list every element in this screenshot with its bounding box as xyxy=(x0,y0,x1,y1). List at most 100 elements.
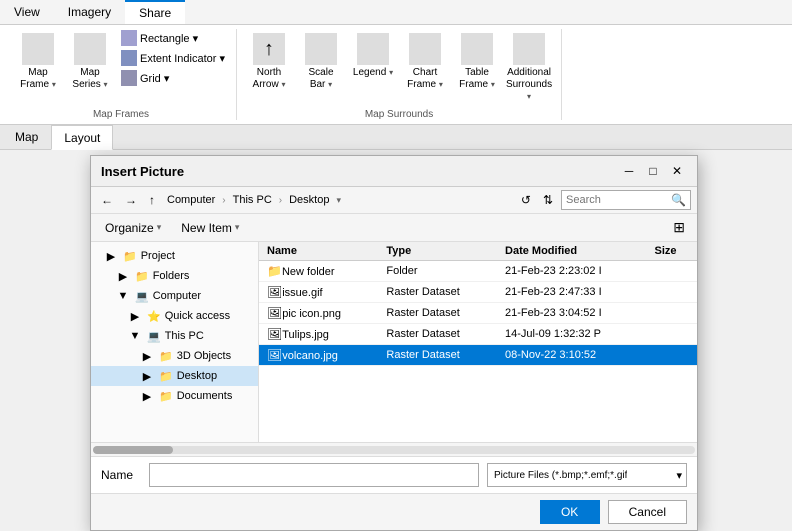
dialog-address-toolbar: ← → ↑ Computer › This PC › Desktop ▾ ↺ ⇅… xyxy=(91,187,697,214)
organize-button[interactable]: Organize ▾ xyxy=(99,219,167,237)
map-series-icon xyxy=(74,33,106,65)
file-type-cell: Raster Dataset xyxy=(378,345,497,366)
scrollbar-area xyxy=(91,442,697,456)
nav-item-3d-objects[interactable]: ▶ 📁 3D Objects xyxy=(91,346,258,366)
computer-expand-icon: ▼ xyxy=(115,288,131,304)
col-type[interactable]: Type xyxy=(378,242,497,261)
tab-map[interactable]: Map xyxy=(2,125,51,149)
dialog-body: ▶ 📁 Project ▶ 📁 Folders ▼ 💻 Computer ▶ ⭐… xyxy=(91,242,697,442)
sort-button[interactable]: ⇅ xyxy=(539,191,557,209)
organize-dropdown-arrow: ▾ xyxy=(157,222,162,233)
tab-layout[interactable]: Layout xyxy=(51,125,113,150)
back-button[interactable]: ← xyxy=(97,191,117,209)
addr-sep-1: › xyxy=(222,195,225,206)
view-toggle-button[interactable]: ⊞ xyxy=(669,217,689,238)
map-frame-button[interactable]: MapFrame ▾ xyxy=(14,29,62,95)
name-input[interactable] xyxy=(149,463,479,487)
search-input[interactable] xyxy=(566,194,671,206)
chart-frame-label: ChartFrame ▾ xyxy=(407,67,443,91)
file-date-cell: 21-Feb-23 2:47:33 I xyxy=(497,282,646,303)
3d-expand-icon: ▶ xyxy=(139,348,155,364)
col-name[interactable]: Name xyxy=(259,242,378,261)
map-series-label: MapSeries ▾ xyxy=(72,67,107,91)
nav-item-documents[interactable]: ▶ 📁 Documents xyxy=(91,386,258,406)
file-name-cell: 🖼Tulips.jpg xyxy=(259,324,378,345)
file-date-cell: 08-Nov-22 3:10:52 xyxy=(497,345,646,366)
filetype-dropdown[interactable]: Picture Files (*.bmp;*.emf;*.gif ▾ xyxy=(487,463,687,487)
tab-share[interactable]: Share xyxy=(125,0,185,24)
scale-bar-button[interactable]: ScaleBar ▾ xyxy=(297,29,345,95)
nav-item-computer[interactable]: ▼ 💻 Computer xyxy=(91,286,258,306)
nav-item-this-pc[interactable]: ▼ 💻 This PC xyxy=(91,326,258,346)
map-frame-icon xyxy=(22,33,54,65)
refresh-button[interactable]: ↺ xyxy=(517,191,535,209)
addr-desktop[interactable]: Desktop xyxy=(285,192,333,208)
col-size[interactable]: Size xyxy=(647,242,698,261)
col-date[interactable]: Date Modified xyxy=(497,242,646,261)
map-series-button[interactable]: MapSeries ▾ xyxy=(66,29,114,95)
tab-imagery[interactable]: Imagery xyxy=(54,0,125,24)
additional-surrounds-button[interactable]: AdditionalSurrounds ▾ xyxy=(505,29,553,107)
table-frame-button[interactable]: TableFrame ▾ xyxy=(453,29,501,95)
ribbon-tabs: View Imagery Share xyxy=(0,0,792,25)
table-row[interactable]: 🖼issue.gif Raster Dataset 21-Feb-23 2:47… xyxy=(259,282,697,303)
desktop-folder-icon: 📁 xyxy=(159,370,173,383)
north-arrow-button[interactable]: ↑ NorthArrow ▾ xyxy=(245,29,293,95)
dialog-titlebar: Insert Picture ─ □ ✕ xyxy=(91,156,697,187)
table-row[interactable]: 🖼volcano.jpg Raster Dataset 08-Nov-22 3:… xyxy=(259,345,697,366)
table-row[interactable]: 🖼Tulips.jpg Raster Dataset 14-Jul-09 1:3… xyxy=(259,324,697,345)
file-icon: 🖼 xyxy=(267,327,282,341)
cancel-button[interactable]: Cancel xyxy=(608,500,687,524)
search-icon: 🔍 xyxy=(671,193,686,207)
nav-item-project[interactable]: ▶ 📁 Project xyxy=(91,246,258,266)
nav-item-desktop[interactable]: ▶ 📁 Desktop xyxy=(91,366,258,386)
scale-bar-icon xyxy=(305,33,337,65)
file-list: Name Type Date Modified Size 📁New folder… xyxy=(259,242,697,442)
ok-button[interactable]: OK xyxy=(540,500,600,524)
file-size-cell xyxy=(647,303,698,324)
file-icon: 🖼 xyxy=(267,285,282,299)
file-size-cell xyxy=(647,345,698,366)
folders-folder-icon: 📁 xyxy=(135,270,149,283)
nav-folders-label: Folders xyxy=(153,270,190,282)
extent-indicator-button[interactable]: Extent Indicator ▾ xyxy=(118,49,228,67)
grid-button[interactable]: Grid ▾ xyxy=(118,69,228,87)
additional-surrounds-icon xyxy=(513,33,545,65)
north-arrow-label: NorthArrow ▾ xyxy=(253,67,286,91)
scale-bar-label: ScaleBar ▾ xyxy=(309,67,334,91)
dialog-minimize-button[interactable]: ─ xyxy=(619,162,639,180)
file-name-cell: 🖼issue.gif xyxy=(259,282,378,303)
file-icon: 📁 xyxy=(267,264,282,278)
nav-item-quick-access[interactable]: ▶ ⭐ Quick access xyxy=(91,306,258,326)
table-row[interactable]: 📁New folder Folder 21-Feb-23 2:23:02 I xyxy=(259,261,697,282)
north-arrow-icon: ↑ xyxy=(253,33,285,65)
organize-label: Organize xyxy=(105,221,154,235)
insert-picture-dialog: Insert Picture ─ □ ✕ ← → ↑ Computer › Th… xyxy=(90,155,698,531)
chart-frame-button[interactable]: ChartFrame ▾ xyxy=(401,29,449,95)
addr-computer[interactable]: Computer xyxy=(163,192,219,208)
table-frame-label: TableFrame ▾ xyxy=(459,67,495,91)
file-table: Name Type Date Modified Size 📁New folder… xyxy=(259,242,697,366)
forward-button[interactable]: → xyxy=(121,191,141,209)
organize-toolbar: Organize ▾ New Item ▾ ⊞ xyxy=(91,214,697,242)
scrollbar-thumb xyxy=(93,446,173,454)
additional-surrounds-label: AdditionalSurrounds ▾ xyxy=(506,67,552,103)
table-row[interactable]: 🖼pic icon.png Raster Dataset 21-Feb-23 3… xyxy=(259,303,697,324)
legend-button[interactable]: Legend ▾ xyxy=(349,29,397,83)
address-bar: Computer › This PC › Desktop ▾ xyxy=(163,192,513,208)
new-item-button[interactable]: New Item ▾ xyxy=(175,219,245,237)
rectangle-button[interactable]: Rectangle ▾ xyxy=(118,29,228,47)
rectangle-icon xyxy=(121,30,137,46)
name-row: Name Picture Files (*.bmp;*.emf;*.gif ▾ xyxy=(91,456,697,493)
address-dropdown-arrow[interactable]: ▾ xyxy=(336,195,341,206)
nav-item-folders[interactable]: ▶ 📁 Folders xyxy=(91,266,258,286)
addr-this-pc[interactable]: This PC xyxy=(229,192,276,208)
new-item-dropdown-arrow: ▾ xyxy=(235,222,240,233)
up-button[interactable]: ↑ xyxy=(145,191,159,209)
nav-documents-label: Documents xyxy=(177,390,233,402)
tab-view[interactable]: View xyxy=(0,0,54,24)
horizontal-scrollbar[interactable] xyxy=(93,446,695,454)
file-date-cell: 14-Jul-09 1:32:32 P xyxy=(497,324,646,345)
dialog-close-button[interactable]: ✕ xyxy=(667,162,687,180)
dialog-maximize-button[interactable]: □ xyxy=(643,162,663,180)
